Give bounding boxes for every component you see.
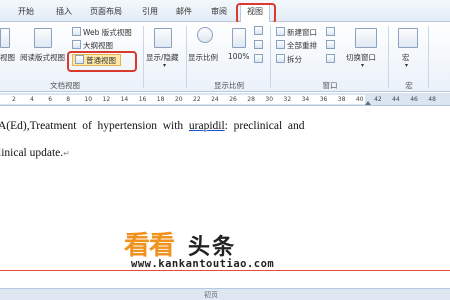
print-layout-icon[interactable]: [0, 28, 10, 48]
ruler-number: 40: [355, 96, 364, 103]
group-separator: [270, 26, 271, 88]
ruler-number: 26: [229, 96, 237, 103]
full-screen-reading-button[interactable]: 阅读版式视图: [20, 52, 65, 63]
view-side-by-side-button[interactable]: [326, 27, 337, 39]
web-layout-icon: [72, 27, 81, 36]
two-pages-icon: [254, 40, 263, 49]
ruler-number: 42: [374, 96, 382, 103]
ruler-number: 22: [193, 96, 201, 103]
arrange-all-button[interactable]: 全部重排: [276, 40, 317, 52]
zoom-100-icon[interactable]: [232, 28, 246, 48]
tab-home[interactable]: 开始: [14, 5, 38, 21]
zoom-button[interactable]: 显示比例: [188, 52, 218, 63]
page-boundary-line: [0, 270, 450, 271]
ruler-number: 46: [410, 96, 418, 103]
one-page-button[interactable]: [254, 26, 265, 38]
side-by-side-icon: [326, 27, 335, 36]
group-separator: [428, 26, 429, 88]
ruler-number: 16: [138, 96, 147, 103]
sync-scroll-button[interactable]: [326, 40, 337, 52]
ruler-number: 34: [301, 96, 310, 103]
doc-views-group-label: 文档视图: [50, 81, 80, 90]
group-separator: [143, 26, 144, 88]
window-group-label: 窗口: [322, 81, 338, 90]
ruler-number: 12: [102, 96, 111, 103]
ruler-number: 14: [120, 96, 129, 103]
ruler-number: 6: [48, 96, 53, 103]
show-hide-icon[interactable]: [154, 28, 172, 48]
watermark-url: www.kankantoutiao.com: [131, 258, 275, 270]
ruler-number: 44: [392, 96, 400, 103]
tab-references[interactable]: 引用: [138, 5, 162, 21]
full-screen-reading-icon[interactable]: [34, 28, 52, 48]
ruler-number: 18: [156, 96, 165, 103]
switch-windows-icon[interactable]: [355, 28, 377, 48]
sync-scroll-icon: [326, 40, 335, 49]
status-text: 初页: [204, 291, 218, 299]
print-layout-button[interactable]: 视图: [0, 52, 15, 63]
document-line-1[interactable]: A(Ed),Treatment of hypertension with ura…: [0, 120, 305, 132]
outline-icon: [72, 40, 81, 49]
chevron-down-icon[interactable]: ▾: [405, 62, 408, 69]
ruler-number: 28: [247, 96, 255, 103]
split-icon: [276, 54, 285, 63]
arrange-all-icon: [276, 40, 285, 49]
one-page-icon: [254, 26, 263, 35]
reset-window-button[interactable]: [326, 54, 337, 66]
ruler-number: 38: [337, 96, 346, 103]
right-indent-marker[interactable]: [365, 101, 371, 105]
new-window-button[interactable]: 新建窗口: [276, 27, 317, 39]
paragraph-mark-icon: ↵: [63, 149, 70, 158]
zoom-group-label: 显示比例: [214, 81, 244, 90]
group-separator: [186, 26, 187, 88]
page-width-button[interactable]: [254, 54, 265, 66]
group-separator: [388, 26, 389, 88]
watermark-logo-orange: 看看: [124, 231, 175, 261]
annotation-highlight-draft-view: [67, 51, 137, 72]
split-button[interactable]: 拆分: [276, 54, 302, 66]
spell-flagged-word[interactable]: urapidil: [189, 120, 225, 132]
two-pages-button[interactable]: [254, 40, 265, 52]
ribbon-tab-bar: 开始 插入 页面布局 引用 邮件 审阅 视图: [0, 0, 450, 22]
chevron-down-icon[interactable]: ▾: [163, 62, 166, 69]
annotation-highlight-view-tab: [236, 3, 276, 24]
zoom-100-button[interactable]: 100%: [228, 52, 249, 61]
macros-group-label: 宏: [405, 81, 413, 90]
ruler-number: 24: [211, 96, 219, 103]
tab-mailings[interactable]: 邮件: [172, 5, 196, 21]
ruler-number: 30: [265, 96, 274, 103]
status-bar: 初页: [0, 288, 450, 300]
ruler-number: 2: [12, 96, 16, 103]
ruler-number: 36: [319, 96, 328, 103]
ruler-number: 20: [174, 96, 183, 103]
tab-insert[interactable]: 插入: [52, 5, 76, 21]
web-layout-button[interactable]: Web 版式视图: [72, 27, 132, 39]
tab-page-layout[interactable]: 页面布局: [86, 5, 126, 21]
zoom-magnifier-icon[interactable]: [197, 27, 213, 43]
watermark-logo-dark: 头条: [188, 235, 237, 260]
new-window-icon: [276, 27, 285, 36]
ruler-number: 32: [283, 96, 292, 103]
ruler-number: 48: [428, 96, 436, 103]
page-width-icon: [254, 54, 263, 63]
ruler-number: 10: [84, 96, 93, 103]
ruler-number: 4: [30, 96, 34, 103]
document-line-2[interactable]: linical update.↵: [0, 147, 70, 159]
macros-icon[interactable]: [398, 28, 418, 48]
ruler-number: 8: [66, 96, 71, 103]
chevron-down-icon[interactable]: ▾: [361, 62, 364, 69]
reset-window-icon: [326, 54, 335, 63]
tab-review[interactable]: 审阅: [207, 5, 231, 21]
